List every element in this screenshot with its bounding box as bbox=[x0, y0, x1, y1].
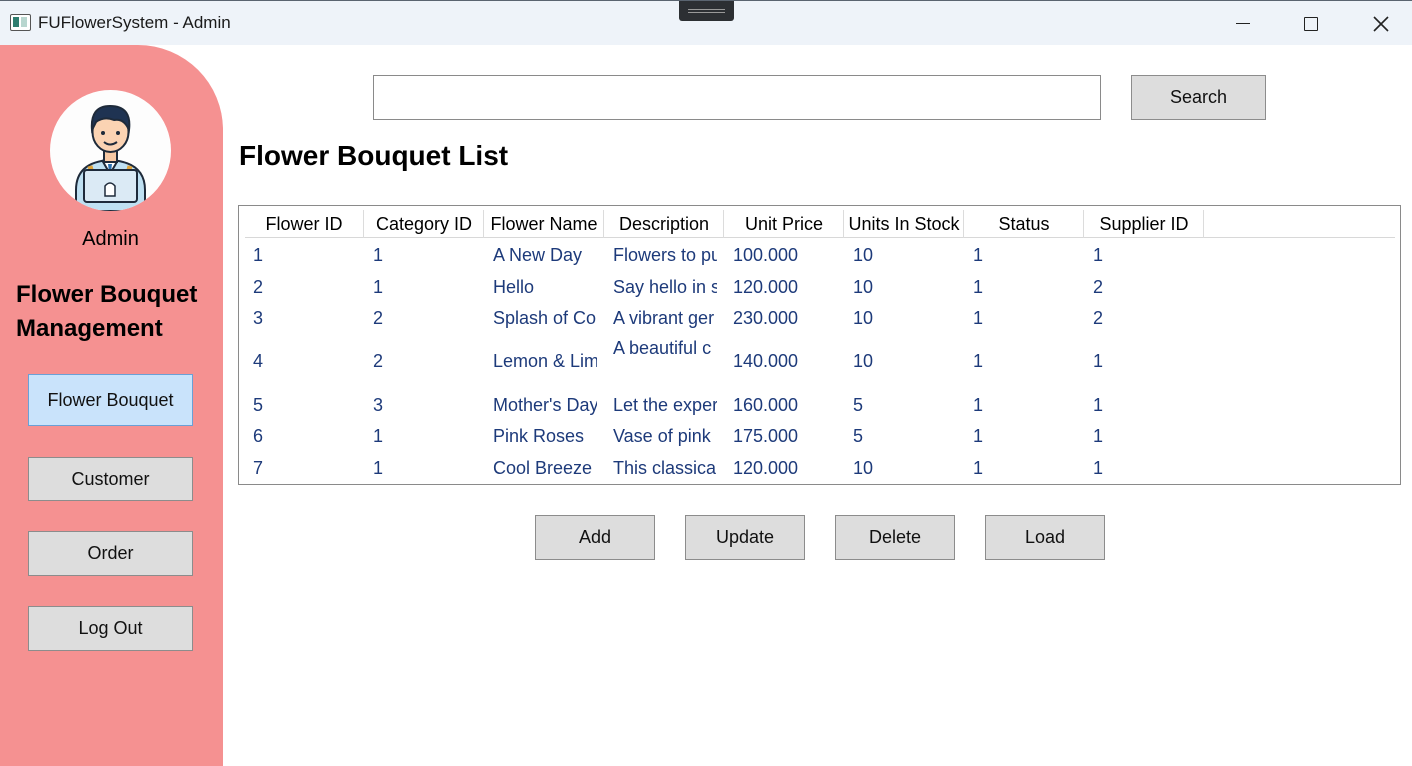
delete-button[interactable]: Delete bbox=[835, 515, 955, 560]
table-row[interactable]: 4 2 Lemon & Lim A beautiful c 140.000 10 1 1 bbox=[245, 338, 1395, 390]
cell-description: Let the exper bbox=[613, 395, 717, 415]
cell-category-id: 1 bbox=[373, 245, 384, 265]
column-header-status[interactable]: Status bbox=[965, 210, 1084, 238]
table-row[interactable]: 7 1 Cool Breeze This classical 120.000 10 1 1 bbox=[245, 456, 1395, 486]
cell-units-in-stock: 10 bbox=[853, 277, 874, 297]
cell-category-id: 3 bbox=[373, 395, 384, 415]
column-header-unit-price[interactable]: Unit Price bbox=[725, 210, 844, 238]
user-label: Admin bbox=[82, 228, 139, 250]
cell-flower-name: A New Day bbox=[493, 245, 583, 265]
maximize-icon bbox=[1304, 16, 1318, 31]
cell-category-id: 1 bbox=[373, 458, 384, 478]
cell-status: 1 bbox=[973, 395, 984, 415]
cell-flower-id: 6 bbox=[253, 426, 264, 446]
cell-supplier-id: 2 bbox=[1093, 308, 1104, 328]
cell-flower-name: Pink Roses bbox=[493, 426, 585, 446]
cell-flower-name: Lemon & Lim bbox=[493, 351, 597, 371]
column-header-description[interactable]: Description bbox=[605, 210, 724, 238]
column-header-flower-name[interactable]: Flower Name bbox=[485, 210, 604, 238]
column-header-supplier-id[interactable]: Supplier ID bbox=[1085, 210, 1204, 238]
cell-flower-id: 7 bbox=[253, 458, 264, 478]
cell-unit-price: 120.000 bbox=[733, 277, 799, 297]
cell-status: 1 bbox=[973, 458, 984, 478]
cell-flower-id: 2 bbox=[253, 277, 264, 297]
nav-flower-bouquet-button[interactable]: Flower Bouquet bbox=[28, 374, 193, 426]
cell-supplier-id: 1 bbox=[1093, 426, 1104, 446]
cell-supplier-id: 2 bbox=[1093, 277, 1104, 297]
cell-description: Vase of pink bbox=[613, 426, 711, 446]
add-button[interactable]: Add bbox=[535, 515, 655, 560]
snap-handle[interactable] bbox=[679, 1, 734, 21]
table-row[interactable]: 1 1 A New Day Flowers to pu 100.000 10 1 1 bbox=[245, 243, 1395, 273]
cell-flower-name: Mother's Day bbox=[493, 395, 597, 415]
cell-description: Say hello in s bbox=[613, 277, 717, 297]
cell-supplier-id: 1 bbox=[1093, 351, 1104, 371]
table-row[interactable]: 5 3 Mother's Day Let the exper 160.000 5 1 1 bbox=[245, 393, 1395, 423]
flower-bouquet-table[interactable]: Flower ID Category ID Flower Name Descri… bbox=[238, 205, 1401, 485]
cell-supplier-id: 1 bbox=[1093, 458, 1104, 478]
table-row[interactable]: 6 1 Pink Roses Vase of pink 175.000 5 1 1 bbox=[245, 424, 1395, 454]
cell-units-in-stock: 10 bbox=[853, 458, 874, 478]
maximize-button[interactable] bbox=[1276, 1, 1346, 46]
cell-flower-id: 1 bbox=[253, 245, 264, 265]
cell-status: 1 bbox=[973, 308, 984, 328]
cell-unit-price: 175.000 bbox=[733, 426, 799, 446]
cell-flower-name: Hello bbox=[493, 277, 535, 297]
sidebar: Admin Flower Bouquet Management Flower B… bbox=[0, 45, 223, 766]
cell-status: 1 bbox=[973, 245, 984, 265]
cell-unit-price: 160.000 bbox=[733, 395, 799, 415]
column-header-category-id[interactable]: Category ID bbox=[365, 210, 484, 238]
window-titlebar[interactable]: FUFlowerSystem - Admin bbox=[0, 0, 1412, 45]
cell-units-in-stock: 10 bbox=[853, 245, 874, 265]
cell-flower-id: 3 bbox=[253, 308, 264, 328]
minimize-icon bbox=[1236, 22, 1250, 25]
cell-description: Flowers to pu bbox=[613, 245, 717, 265]
cell-status: 1 bbox=[973, 426, 984, 446]
cell-supplier-id: 1 bbox=[1093, 395, 1104, 415]
cell-unit-price: 230.000 bbox=[733, 308, 799, 328]
cell-unit-price: 100.000 bbox=[733, 245, 799, 265]
cell-units-in-stock: 5 bbox=[853, 426, 864, 446]
cell-description: A beautiful c bbox=[613, 338, 712, 358]
cell-status: 1 bbox=[973, 351, 984, 371]
cell-description: A vibrant ger bbox=[613, 308, 715, 328]
close-icon bbox=[1373, 15, 1389, 32]
cell-status: 1 bbox=[973, 277, 984, 297]
cell-units-in-stock: 10 bbox=[853, 351, 874, 371]
close-button[interactable] bbox=[1346, 1, 1412, 46]
cell-flower-id: 4 bbox=[253, 351, 264, 371]
search-input[interactable] bbox=[373, 75, 1101, 120]
cell-unit-price: 120.000 bbox=[733, 458, 799, 478]
table-row[interactable]: 2 1 Hello Say hello in s 120.000 10 1 2 bbox=[245, 275, 1395, 305]
cell-units-in-stock: 5 bbox=[853, 395, 864, 415]
cell-category-id: 2 bbox=[373, 308, 384, 328]
cell-category-id: 2 bbox=[373, 351, 384, 371]
log-out-button[interactable]: Log Out bbox=[28, 606, 193, 651]
cell-flower-id: 5 bbox=[253, 395, 264, 415]
app-icon bbox=[10, 14, 31, 31]
cell-category-id: 1 bbox=[373, 426, 384, 446]
column-header-flower-id[interactable]: Flower ID bbox=[245, 210, 364, 238]
nav-customer-button[interactable]: Customer bbox=[28, 457, 193, 501]
table-header: Flower ID Category ID Flower Name Descri… bbox=[245, 210, 1395, 238]
cell-category-id: 1 bbox=[373, 277, 384, 297]
load-button[interactable]: Load bbox=[985, 515, 1105, 560]
cell-supplier-id: 1 bbox=[1093, 245, 1104, 265]
avatar bbox=[50, 90, 171, 211]
page-title: Flower Bouquet List bbox=[239, 140, 509, 171]
search-button[interactable]: Search bbox=[1131, 75, 1266, 120]
admin-avatar-icon bbox=[50, 90, 171, 211]
nav-order-button[interactable]: Order bbox=[28, 531, 193, 576]
table-row[interactable]: 3 2 Splash of Col A vibrant ger 230.000 10 1 2 bbox=[245, 306, 1395, 336]
cell-flower-name: Cool Breeze bbox=[493, 458, 593, 478]
cell-units-in-stock: 10 bbox=[853, 308, 874, 328]
cell-unit-price: 140.000 bbox=[733, 351, 799, 371]
column-header-units-in-stock[interactable]: Units In Stock bbox=[845, 210, 964, 238]
section-title: Flower Bouquet Management bbox=[16, 281, 198, 342]
minimize-button[interactable] bbox=[1208, 1, 1278, 46]
window-title: FUFlowerSystem - Admin bbox=[38, 13, 231, 32]
update-button[interactable]: Update bbox=[685, 515, 805, 560]
cell-description: This classical bbox=[613, 458, 717, 478]
cell-flower-name: Splash of Col bbox=[493, 308, 597, 328]
